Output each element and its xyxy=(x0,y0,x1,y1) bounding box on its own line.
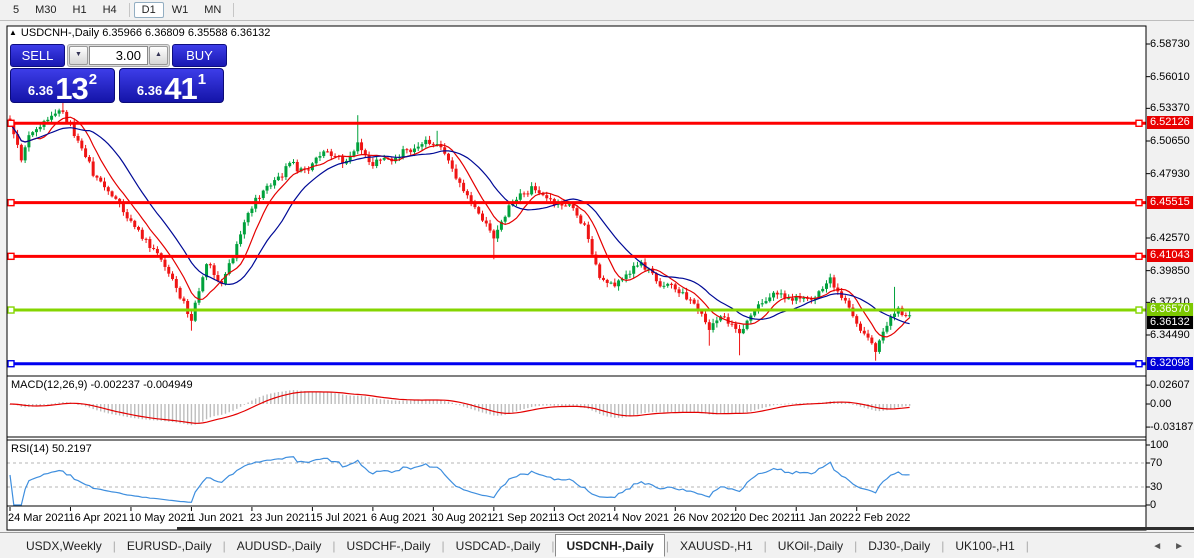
tab-separator: | xyxy=(666,539,669,553)
buy-price-big: 41 xyxy=(164,75,196,102)
chart-title: ▲ USDCNH-,Daily 6.35966 6.36809 6.35588 6… xyxy=(9,27,270,39)
chart-tab-usdcnh-daily[interactable]: USDCNH-,Daily xyxy=(555,534,664,557)
chart-region: ▲ USDCNH-,Daily 6.35966 6.36809 6.35588 6… xyxy=(0,20,1194,532)
price-axis-tick: 6.53370 xyxy=(1150,102,1190,114)
chart-tab-audusd-daily[interactable]: AUDUSD-,Daily xyxy=(227,536,332,556)
chart-tab-ukoil-daily[interactable]: UKOil-,Daily xyxy=(768,536,853,556)
toolbar-separator xyxy=(233,3,234,17)
timeframe-button-D1[interactable]: D1 xyxy=(134,2,164,18)
rsi-axis-label: 100 xyxy=(1150,439,1168,451)
timeframe-button-H1[interactable]: H1 xyxy=(65,2,95,18)
buy-price-prefix: 6.36 xyxy=(137,83,162,98)
tab-separator: | xyxy=(551,539,554,553)
toolbar-separator xyxy=(129,3,130,17)
chart-tab-dj30-daily[interactable]: DJ30-,Daily xyxy=(858,536,940,556)
volume-decrease-button[interactable]: ▼ xyxy=(69,46,88,65)
macd-axis-label: 0.00 xyxy=(1150,398,1171,410)
price-axis[interactable]: 6.58730 6.56010 6.53370 6.50650 6.47930 6.425… xyxy=(1150,20,1194,532)
macd-label: MACD(12,26,9) -0.002237 -0.004949 xyxy=(11,379,193,391)
terminal-window: 5M30H1H4 D1W1MN ▲ USDCNH-,Daily 6.35966 6.… xyxy=(0,0,1194,558)
macd-axis-label: -0.031872 xyxy=(1150,421,1194,433)
buy-price-sup: 1 xyxy=(198,71,206,88)
price-level-badge: 6.45515 xyxy=(1147,196,1193,209)
rsi-axis-label: 30 xyxy=(1150,481,1162,493)
current-price-badge: 6.36132 xyxy=(1147,316,1193,329)
tab-scroll-left-icon[interactable]: ◄ xyxy=(1152,541,1162,552)
chart-title-text: USDCNH-,Daily 6.35966 6.36809 6.35588 6.… xyxy=(21,27,271,39)
price-level-badge: 6.32098 xyxy=(1147,357,1193,370)
chart-tab-usdcad-daily[interactable]: USDCAD-,Daily xyxy=(446,536,551,556)
price-axis-tick: 6.42570 xyxy=(1150,232,1190,244)
sell-price-box[interactable]: 6.36 13 2 xyxy=(10,68,115,103)
up-triangle-icon: ▲ xyxy=(9,28,17,37)
price-axis-tick: 6.47930 xyxy=(1150,168,1190,180)
sell-price-sup: 2 xyxy=(89,71,97,88)
rsi-axis-label: 0 xyxy=(1150,499,1156,511)
volume-increase-button[interactable]: ▲ xyxy=(149,46,168,65)
sell-price-big: 13 xyxy=(55,75,87,102)
price-level-badge: 6.41043 xyxy=(1147,249,1193,262)
chart-tab-uk100-h1[interactable]: UK100-,H1 xyxy=(945,536,1024,556)
chart-tab-xauusd-h1[interactable]: XAUUSD-,H1 xyxy=(670,536,763,556)
tab-separator: | xyxy=(854,539,857,553)
buy-price-box[interactable]: 6.36 41 1 xyxy=(119,68,224,103)
rsi-axis-label: 70 xyxy=(1150,457,1162,469)
timeframe-toolbar: 5M30H1H4 D1W1MN xyxy=(0,0,1194,21)
timeframe-button-M30[interactable]: M30 xyxy=(27,2,64,18)
macd-axis-label: 0.02607 xyxy=(1150,379,1190,391)
price-axis-tick: 6.56010 xyxy=(1150,71,1190,83)
tab-scroll-right-icon[interactable]: ► xyxy=(1174,541,1184,552)
tab-separator: | xyxy=(223,539,226,553)
sell-price-prefix: 6.36 xyxy=(28,83,53,98)
tab-separator: | xyxy=(113,539,116,553)
chart-tab-usdchf-daily[interactable]: USDCHF-,Daily xyxy=(337,536,441,556)
volume-stepper: ▼ 3.00 ▲ xyxy=(67,44,170,67)
volume-field[interactable]: 3.00 xyxy=(89,46,148,65)
tab-separator: | xyxy=(442,539,445,553)
rsi-label: RSI(14) 50.2197 xyxy=(11,443,92,455)
tab-separator: | xyxy=(1026,539,1029,553)
tab-separator: | xyxy=(941,539,944,553)
tab-separator: | xyxy=(764,539,767,553)
chart-tab-eurusd-daily[interactable]: EURUSD-,Daily xyxy=(117,536,222,556)
price-axis-tick: 6.50650 xyxy=(1150,135,1190,147)
buy-button[interactable]: BUY xyxy=(172,44,227,67)
timeframe-button-MN[interactable]: MN xyxy=(196,2,229,18)
sell-button[interactable]: SELL xyxy=(10,44,65,67)
chart-tab-bar: USDX,Weekly|EURUSD-,Daily|AUDUSD-,Daily|… xyxy=(0,532,1194,558)
timeframe-button-W1[interactable]: W1 xyxy=(164,2,197,18)
chart-tab-usdx-weekly[interactable]: USDX,Weekly xyxy=(16,536,112,556)
one-click-trading-panel: SELL ▼ 3.00 ▲ BUY 6.36 13 2 6.36 41 1 xyxy=(10,44,227,103)
price-level-badge: 6.36570 xyxy=(1147,303,1193,316)
price-axis-tick: 6.39850 xyxy=(1150,265,1190,277)
price-level-badge: 6.52126 xyxy=(1147,116,1193,129)
price-axis-tick: 6.58730 xyxy=(1150,38,1190,50)
tab-separator: | xyxy=(332,539,335,553)
price-axis-tick: 6.34490 xyxy=(1150,329,1190,341)
timeframe-button-5[interactable]: 5 xyxy=(5,2,27,18)
timeframe-button-H4[interactable]: H4 xyxy=(95,2,125,18)
